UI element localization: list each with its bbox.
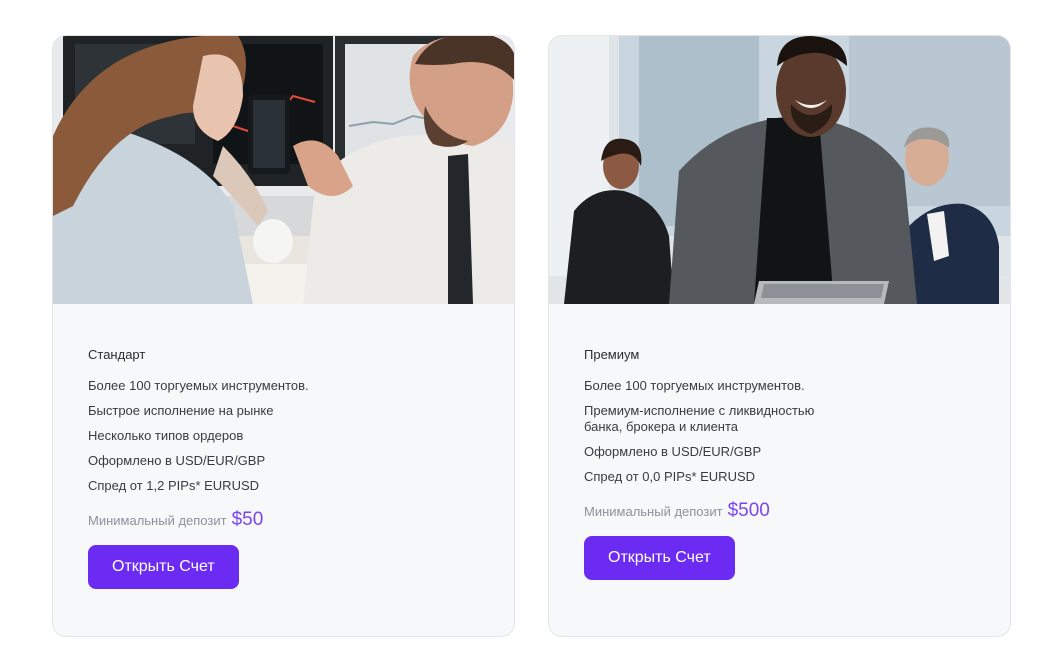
- plan-name: Стандарт: [88, 347, 146, 362]
- deposit-label: Минимальный депозит: [584, 504, 723, 519]
- card-body: Премиум Более 100 торгуемых инструментов…: [584, 347, 984, 580]
- minimum-deposit: Минимальный депозит $50: [88, 509, 488, 531]
- feature-item: Оформлено в USD/EUR/GBP: [584, 444, 762, 459]
- feature-item: Более 100 торгуемых инструментов.: [88, 378, 309, 393]
- feature-item: Премиум-исполнение с ликвидностью банка,…: [584, 403, 815, 434]
- card-photo-traders: [53, 36, 514, 304]
- account-card-standard: Стандарт Более 100 торгуемых инструменто…: [52, 35, 515, 637]
- deposit-value: $50: [231, 509, 264, 530]
- feature-item: Быстрое исполнение на рынке: [88, 403, 274, 418]
- deposit-label: Минимальный депозит: [88, 513, 227, 528]
- open-account-button[interactable]: Открыть Счет: [88, 545, 239, 589]
- deposit-value: $500: [727, 500, 770, 521]
- feature-item: Спред от 1,2 PIPs* EURUSD: [88, 478, 260, 493]
- feature-item: Более 100 торгуемых инструментов.: [584, 378, 805, 393]
- feature-item: Несколько типов ордеров: [88, 428, 244, 443]
- plan-name: Премиум: [584, 347, 640, 362]
- feature-item: Оформлено в USD/EUR/GBP: [88, 453, 266, 468]
- feature-list: Более 100 торгуемых инструментов. Быстро…: [88, 378, 488, 494]
- open-account-button[interactable]: Открыть Счет: [584, 536, 735, 580]
- card-photo-businessman: [549, 36, 1010, 304]
- account-card-premium: Премиум Более 100 торгуемых инструментов…: [548, 35, 1011, 637]
- feature-item: Спред от 0,0 PIPs* EURUSD: [584, 469, 756, 484]
- card-body: Стандарт Более 100 торгуемых инструменто…: [88, 347, 488, 589]
- feature-list: Более 100 торгуемых инструментов. Премиу…: [584, 378, 984, 485]
- minimum-deposit: Минимальный депозит $500: [584, 500, 984, 522]
